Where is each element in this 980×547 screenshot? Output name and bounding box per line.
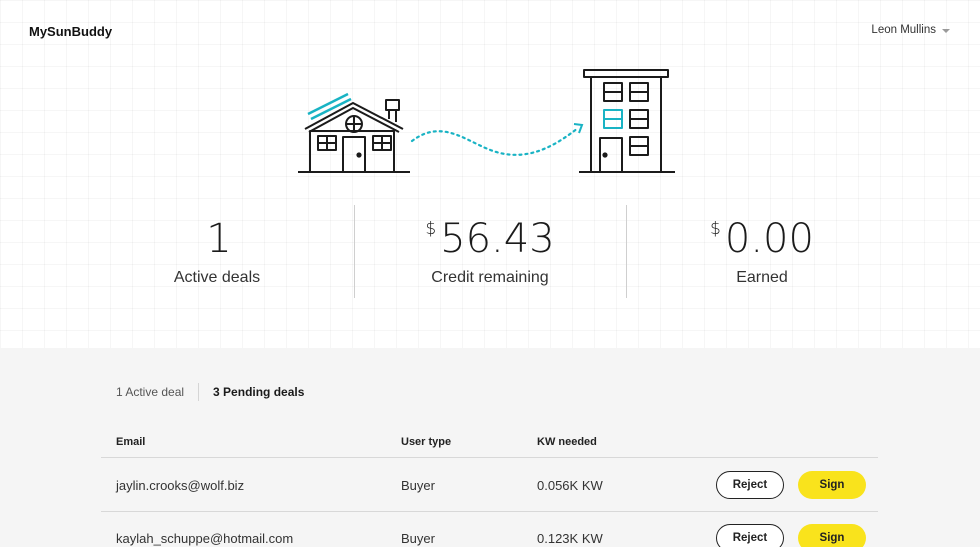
row-kw-needed: 0.123K KW (537, 531, 603, 546)
column-header-email: Email (116, 436, 146, 448)
stat-currency: $ (425, 219, 437, 239)
dotted-transfer-arrow (410, 126, 580, 156)
table-row: jaylin.crooks@wolf.biz Buyer 0.056K KW R… (101, 459, 878, 512)
deals-section: 1 Active deal 3 Pending deals Email User… (0, 348, 980, 547)
sign-button[interactable]: Sign (798, 471, 866, 499)
stat-number: 0.00 (724, 216, 814, 262)
row-kw-needed: 0.056K KW (537, 478, 603, 493)
brand-logo[interactable]: MySunBuddy (29, 24, 112, 39)
user-name: Leon Mullins (871, 24, 936, 36)
house-with-solar-panel-icon (298, 92, 410, 173)
row-email: jaylin.crooks@wolf.biz (116, 478, 245, 493)
tab-pending-deals[interactable]: 3 Pending deals (213, 385, 304, 399)
stats-row: 1 Active deals $ 56.43 Credit remaining … (80, 205, 900, 300)
stat-credit-remaining: $ 56.43 Credit remaining (380, 205, 600, 287)
tab-active-deals[interactable]: 1 Active deal (116, 385, 184, 399)
table-header: Email User type KW needed (101, 436, 878, 458)
stat-number: 1 (206, 216, 232, 262)
reject-button[interactable]: Reject (716, 524, 784, 547)
row-user-type: Buyer (401, 478, 435, 493)
user-menu[interactable]: Leon Mullins (871, 24, 950, 36)
house-to-building-illustration (298, 69, 675, 173)
reject-button[interactable]: Reject (716, 471, 784, 499)
stat-label: Earned (736, 269, 788, 286)
column-header-user-type: User type (401, 436, 452, 448)
column-header-kw-needed: KW needed (537, 436, 597, 448)
tab-divider (198, 383, 200, 401)
sign-button[interactable]: Sign (798, 524, 866, 547)
table-row: kaylah_schuppe@hotmail.com Buyer 0.123K … (101, 512, 878, 547)
deals-tabs: 1 Active deal 3 Pending deals (116, 383, 304, 401)
stat-active-deals: 1 Active deals (117, 205, 317, 287)
stat-value: $ 56.43 (425, 219, 554, 259)
stat-label: Credit remaining (431, 269, 549, 286)
row-user-type: Buyer (401, 531, 435, 546)
stat-value: 1 (202, 219, 231, 259)
row-email: kaylah_schuppe@hotmail.com (116, 531, 294, 546)
stat-value: $ 0.00 (710, 219, 814, 259)
stat-label: Active deals (173, 269, 261, 286)
stat-number: 56.43 (440, 216, 555, 262)
stat-currency: $ (710, 219, 721, 239)
apartment-building-icon (579, 69, 675, 173)
arrow-head-icon (573, 123, 584, 134)
chevron-down-icon (942, 29, 950, 33)
stat-earned: $ 0.00 Earned (652, 205, 872, 287)
